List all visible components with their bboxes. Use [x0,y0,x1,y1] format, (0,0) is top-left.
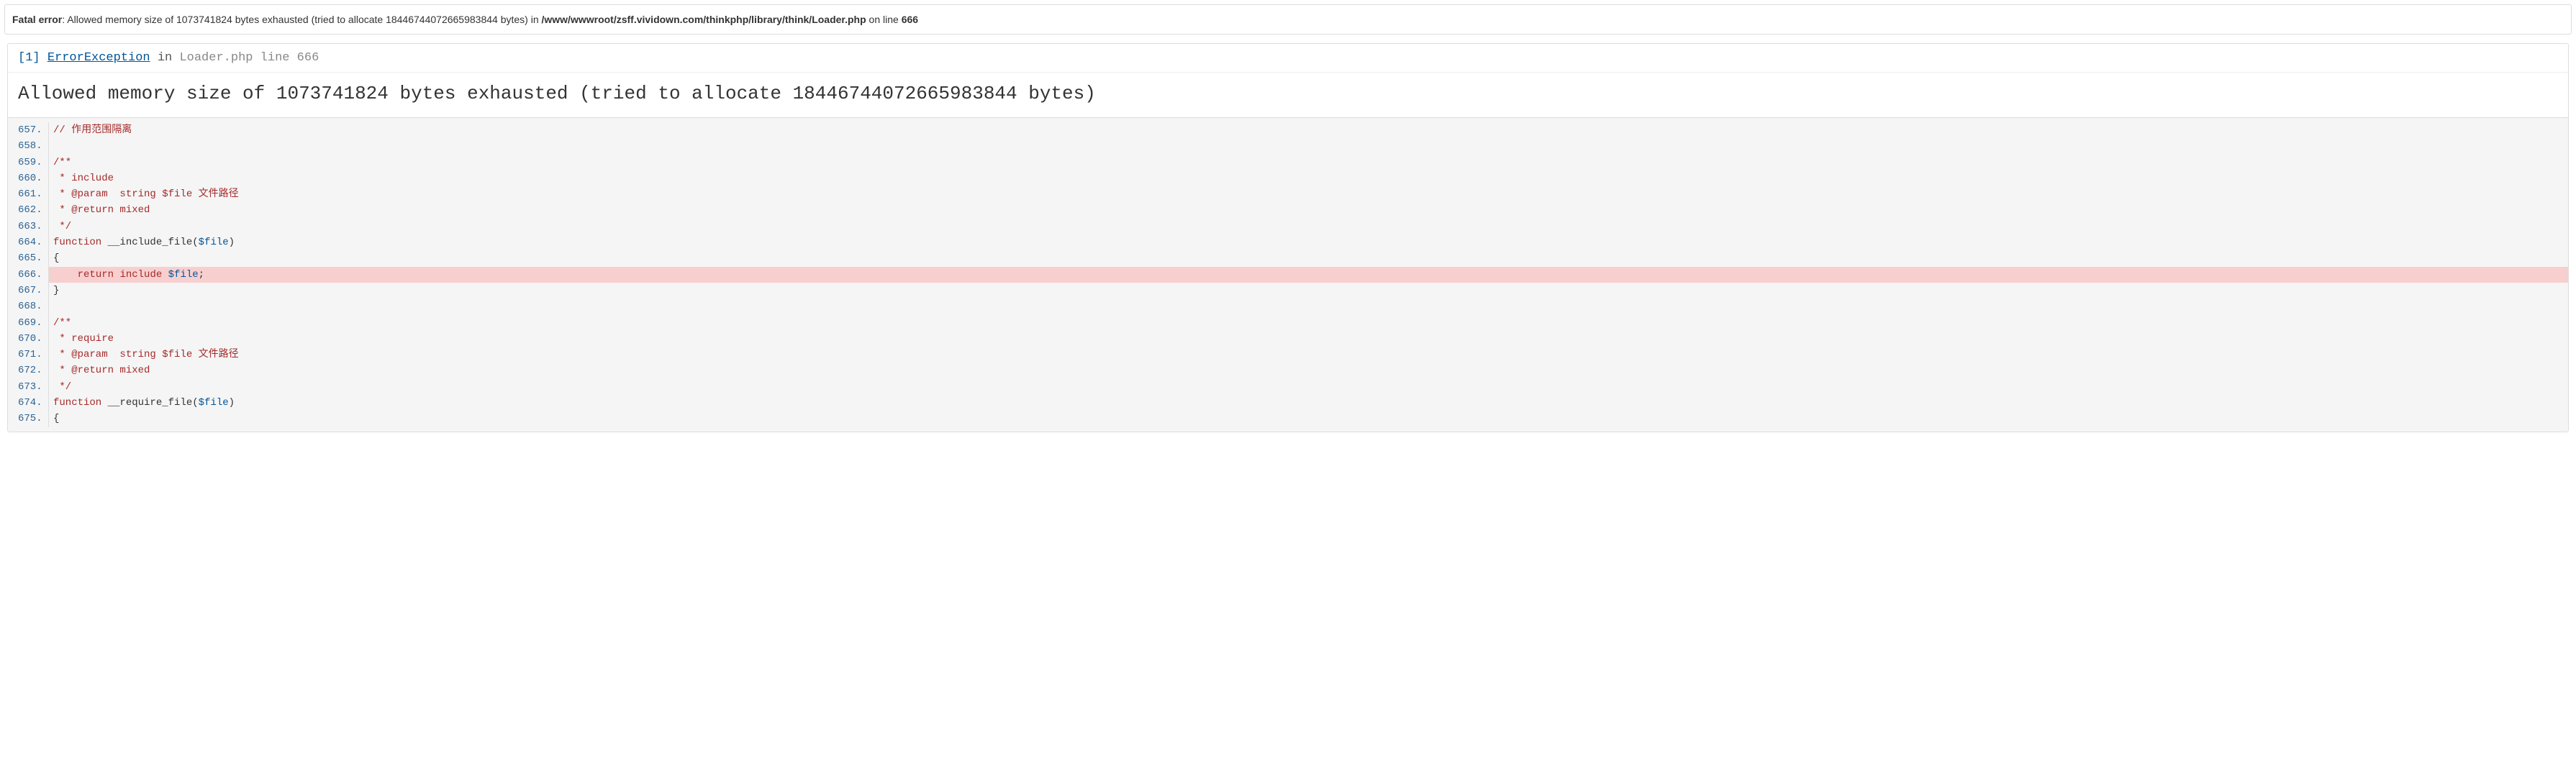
exception-name-link[interactable]: ErrorException [47,51,150,65]
source-line: { [48,250,2568,266]
source-line: * @return mixed [48,363,2568,378]
exception-header: [1] ErrorException in Loader.php line 66… [8,44,2568,73]
exception-panel: [1] ErrorException in Loader.php line 66… [7,43,2569,432]
source-line: return include $file; [48,267,2568,283]
source-line: function __include_file($file) [48,234,2568,250]
source-line: */ [48,219,2568,234]
source-line: function __require_file($file) [48,395,2568,411]
source-line: * @param string $file 文件路径 [48,186,2568,202]
source-line: // 作用范围隔离 [48,122,2568,138]
source-line: * require [48,331,2568,347]
source-line: * include [48,170,2568,186]
source-line [48,138,2568,154]
exception-in: in [150,51,180,65]
fatal-on-line: on line [866,14,902,25]
source-code-list: // 作用范围隔离 /** * include * @param string $… [48,122,2568,427]
source-line: } [48,283,2568,299]
source-line: * @param string $file 文件路径 [48,347,2568,363]
source-line: /** [48,315,2568,331]
source-line: */ [48,379,2568,395]
source-line: * @return mixed [48,202,2568,218]
exception-location: Loader.php line 666 [179,51,319,65]
fatal-message: Allowed memory size of 1073741824 bytes … [67,14,541,25]
fatal-error-banner: Fatal error: Allowed memory size of 1073… [4,4,2572,35]
source-line: { [48,411,2568,427]
exception-message: Allowed memory size of 1073741824 bytes … [8,73,2568,118]
source-code-block: // 作用范围隔离 /** * include * @param string $… [8,118,2568,432]
source-line [48,299,2568,314]
fatal-line: 666 [902,14,918,25]
source-line: /** [48,155,2568,170]
fatal-label: Fatal error [12,14,62,25]
fatal-path: /www/wwwroot/zsff.vividown.com/thinkphp/… [542,14,866,25]
exception-index: [1] [18,51,40,65]
